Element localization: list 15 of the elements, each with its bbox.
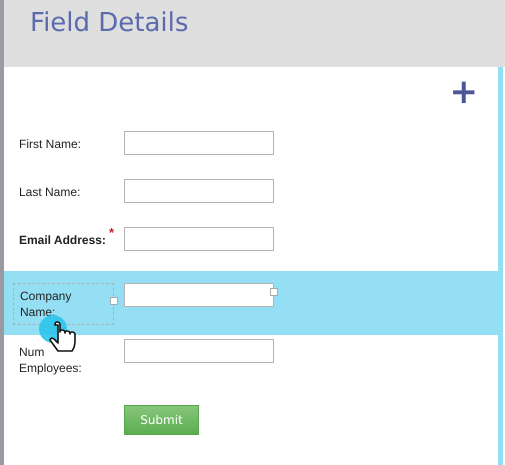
field-label: Email Address: xyxy=(19,233,106,247)
field-label: Company Name: xyxy=(20,289,72,319)
text-input[interactable] xyxy=(124,179,274,203)
text-input[interactable] xyxy=(124,131,274,155)
resize-handle[interactable] xyxy=(110,297,118,305)
field-label: First Name: xyxy=(19,137,82,151)
add-button[interactable]: + xyxy=(450,78,478,106)
field-label: Num Employees: xyxy=(19,345,82,375)
text-input[interactable] xyxy=(124,283,274,307)
text-input[interactable] xyxy=(124,227,274,251)
field-label: Last Name: xyxy=(19,185,80,199)
resize-handle[interactable] xyxy=(270,288,278,296)
page-title: Field Details xyxy=(30,7,188,40)
text-input[interactable] xyxy=(124,339,274,363)
required-mark: * xyxy=(109,224,114,242)
